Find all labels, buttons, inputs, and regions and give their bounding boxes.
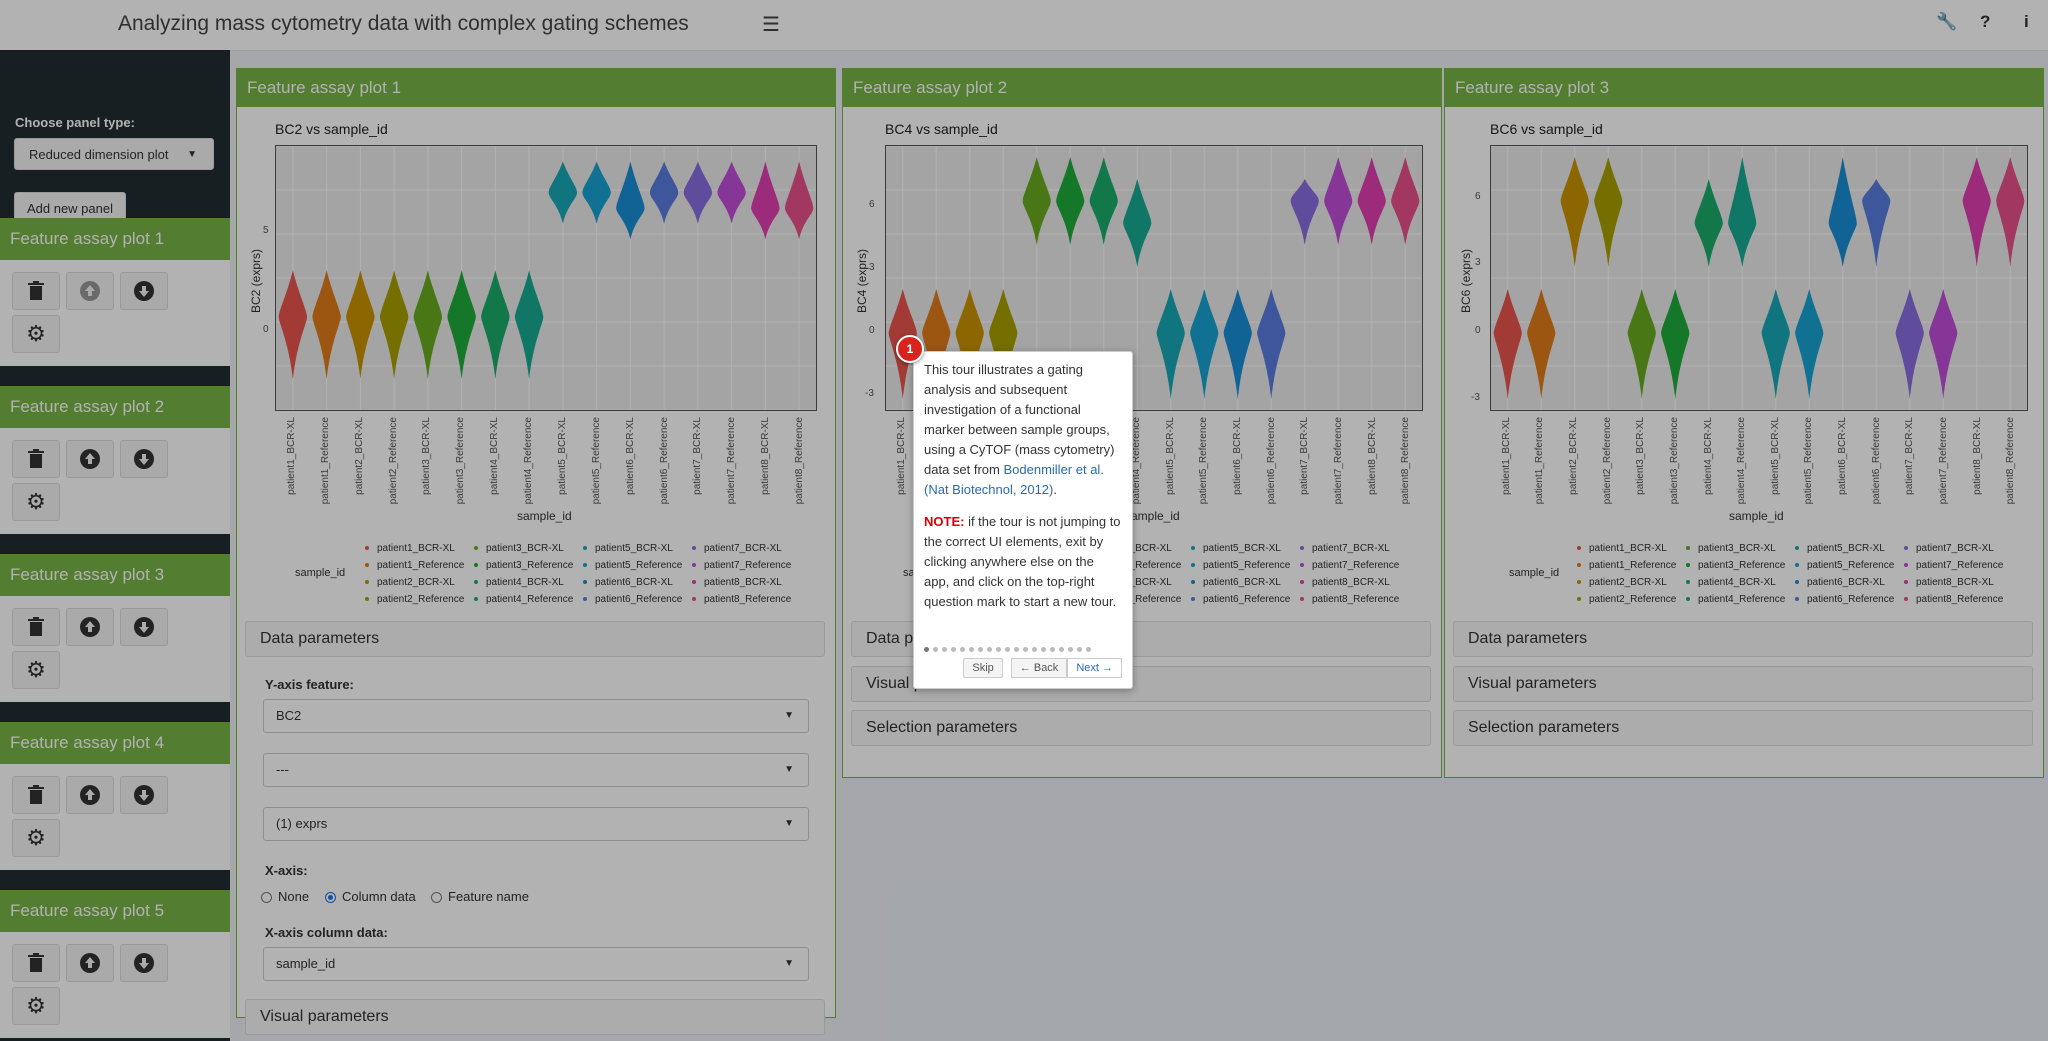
tour-step-dot[interactable] — [1059, 647, 1064, 652]
tour-step-dot[interactable] — [1086, 647, 1091, 652]
tour-step-dot[interactable] — [1023, 647, 1028, 652]
tour-step-dot[interactable] — [978, 647, 983, 652]
tour-progress-dots — [924, 638, 1095, 658]
tour-back-button[interactable]: ← Back — [1010, 658, 1068, 678]
tour-step-dot[interactable] — [969, 647, 974, 652]
tour-note-label: NOTE: — [924, 514, 965, 529]
tour-step-dot[interactable] — [1041, 647, 1046, 652]
tour-text-end: . — [1053, 482, 1057, 497]
tour-step-dot[interactable] — [987, 647, 992, 652]
tour-next-button[interactable]: Next → — [1067, 658, 1122, 678]
tour-step-dot[interactable] — [1050, 647, 1055, 652]
tour-step-dot[interactable] — [960, 647, 965, 652]
tour-step-dot[interactable] — [924, 647, 929, 652]
tour-step-badge: 1 — [896, 335, 924, 363]
tour-text: This tour illustrates a gating analysis … — [924, 362, 1115, 477]
tour-step-dot[interactable] — [1077, 647, 1082, 652]
tour-step-dot[interactable] — [951, 647, 956, 652]
tour-step-dot[interactable] — [1068, 647, 1073, 652]
tour-skip-button[interactable]: Skip — [963, 658, 1003, 678]
tour-step-dot[interactable] — [996, 647, 1001, 652]
tour-step-dot[interactable] — [1014, 647, 1019, 652]
tour-buttons: Skip ← Back Next → — [955, 658, 1122, 678]
tour-step-dot[interactable] — [1032, 647, 1037, 652]
tour-step-dot[interactable] — [1005, 647, 1010, 652]
tour-step-dot[interactable] — [942, 647, 947, 652]
tour-popover: This tour illustrates a gating analysis … — [913, 351, 1133, 689]
tour-step-dot[interactable] — [933, 647, 938, 652]
